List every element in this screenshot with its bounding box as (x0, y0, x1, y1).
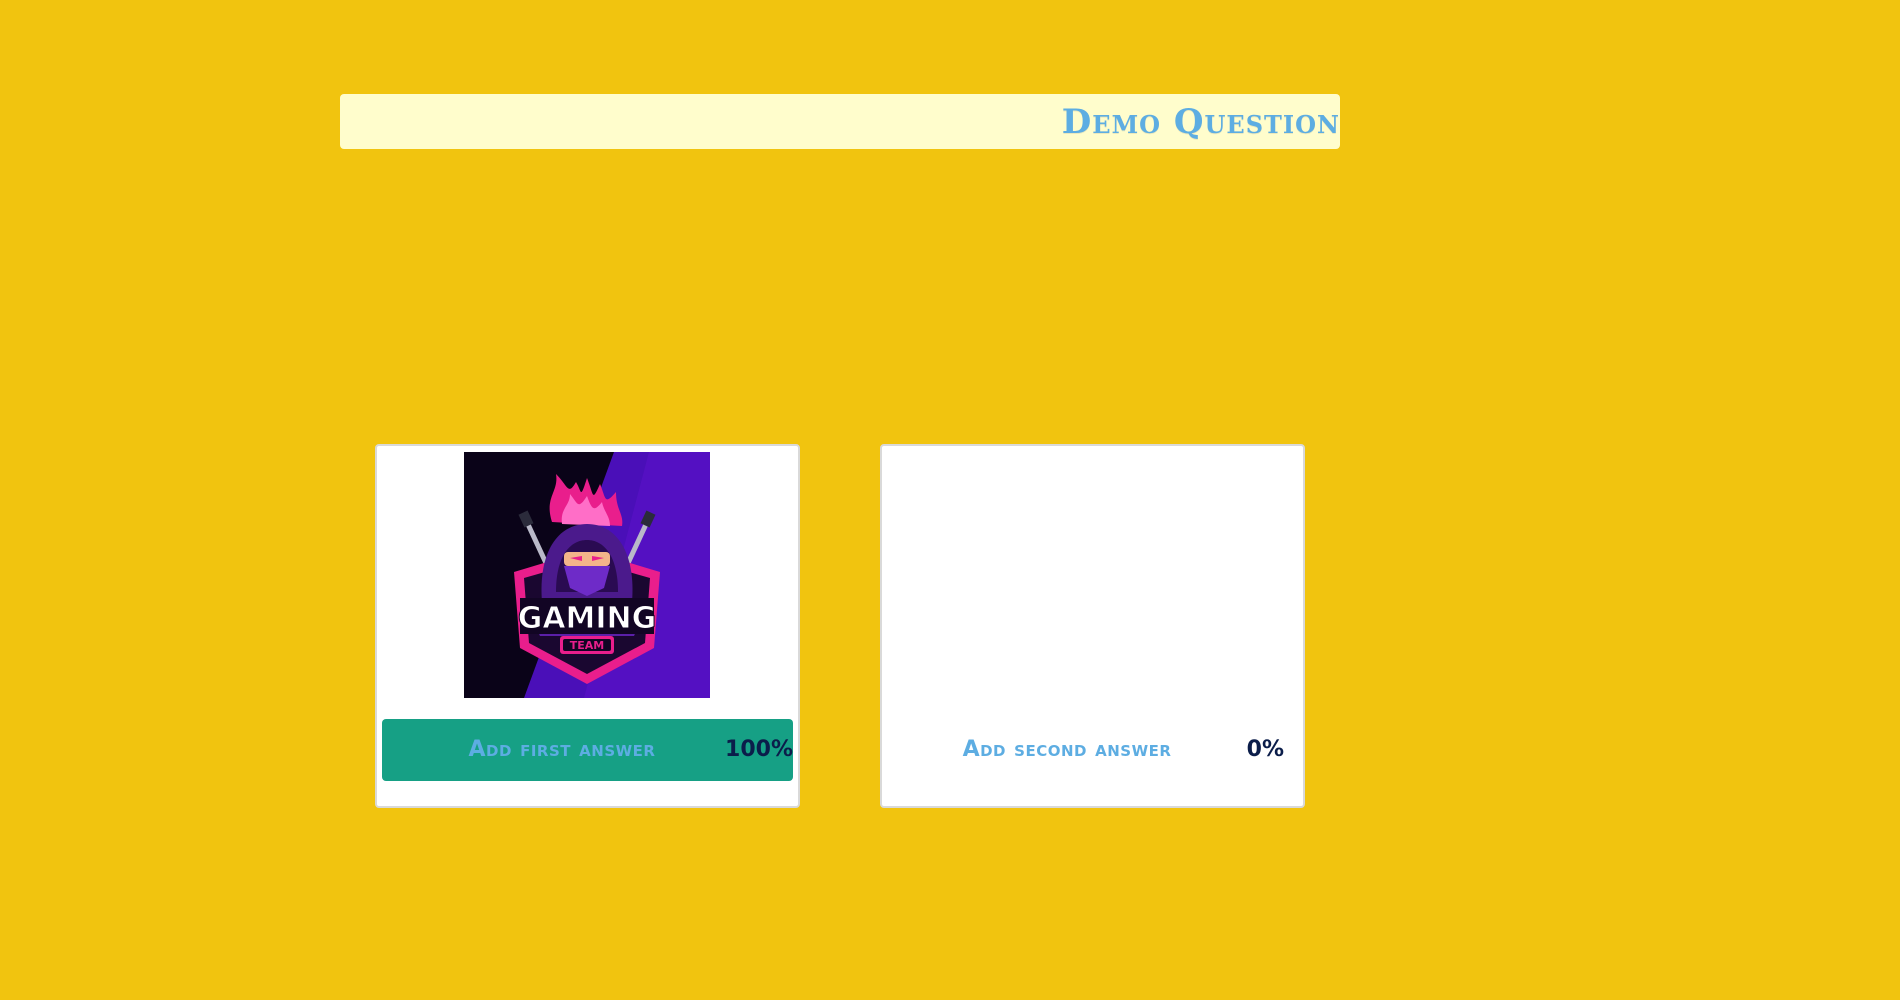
answer-bar-second[interactable]: Add second answer 0% (887, 719, 1298, 781)
question-bar[interactable]: Demo Question (340, 94, 1340, 149)
poll-page: Demo Question GAMING TEAM Add first answ… (0, 0, 1900, 1000)
answer-label-first[interactable]: Add first answer (382, 719, 742, 781)
answer-image[interactable]: GAMING TEAM (464, 452, 710, 698)
answer-percent-first: 100% (725, 737, 793, 762)
gaming-team-logo-icon: GAMING TEAM (464, 452, 710, 698)
answer-label-second[interactable]: Add second answer (887, 719, 1247, 781)
answer-percent-second: 0% (1246, 737, 1284, 762)
answer-card-first[interactable]: GAMING TEAM Add first answer 100% (375, 444, 800, 808)
answer-card-second[interactable]: Add second answer 0% (880, 444, 1305, 808)
answer-image-empty[interactable] (969, 452, 1215, 698)
logo-text-main: GAMING (518, 601, 657, 636)
logo-text-sub: TEAM (570, 639, 604, 652)
question-title[interactable]: Demo Question (1062, 102, 1340, 142)
answer-bar-first[interactable]: Add first answer 100% (382, 719, 793, 781)
